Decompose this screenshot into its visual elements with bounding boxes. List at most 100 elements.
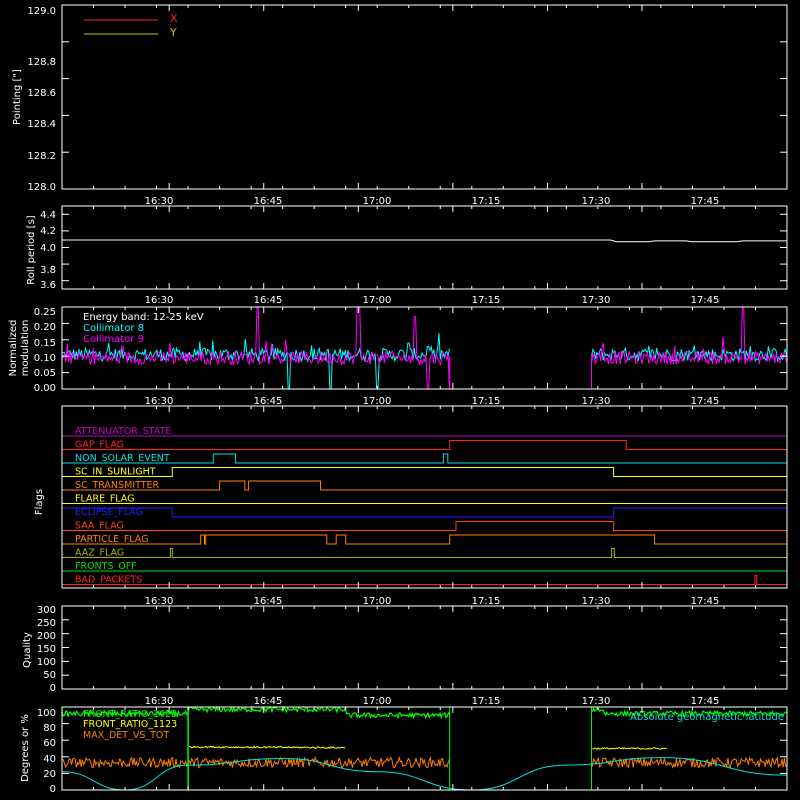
xtick-label: 17:15	[472, 696, 501, 707]
ytick-label: 0.00	[34, 383, 56, 394]
panel-pointing: Pointing ["] 128.0 128.2 128.4 128.6 128…	[12, 6, 719, 207]
xtick-label: 16:45	[254, 295, 283, 306]
xtick-label: 17:15	[472, 396, 501, 407]
flag-line	[62, 548, 787, 558]
ytick-label: 129.0	[27, 6, 56, 17]
pointing-ytick-labels: 128.0 128.2 128.4 128.6 128.8 129.0	[27, 6, 56, 193]
flag-label: NON_SOLAR_EVENT	[75, 453, 170, 464]
ytick-label: 0.10	[34, 353, 56, 364]
flag-label: SAA_FLAG	[75, 521, 124, 532]
flag-label: SC_TRANSMITTER	[75, 480, 160, 491]
xtick-label: 17:45	[691, 596, 720, 607]
ytick-label: 50	[43, 670, 56, 681]
ytick-label: 128.4	[27, 119, 56, 130]
xtick-label: 17:15	[472, 196, 501, 207]
xtick-label: 17:15	[472, 596, 501, 607]
ytick-label: 60	[43, 738, 56, 749]
xtick-label: 17:30	[582, 295, 611, 306]
modulation-annotation: Collimator 9	[83, 334, 144, 345]
figure: Pointing ["] 128.0 128.2 128.4 128.6 128…	[0, 0, 800, 800]
flag-line	[62, 534, 787, 545]
geo-ytick-labels: 0 20 40 60 80 100	[37, 708, 56, 795]
modulation-annotation: Collimator 8	[83, 323, 144, 334]
series-line-front-ratio-1123	[189, 745, 667, 750]
ytick-label: 250	[37, 618, 56, 629]
ytick-label: 4.4	[40, 210, 56, 221]
ytick-label: 300	[37, 605, 56, 616]
ytick-label: 80	[43, 723, 56, 734]
xtick-label: 16:45	[254, 696, 283, 707]
flag-line	[62, 453, 787, 464]
roll-ytick-labels: 3.6 3.8 4.0 4.2 4.4	[40, 210, 56, 291]
flags-xtick-labels: 16:30 16:45 17:00 17:15 17:30 17:45	[145, 596, 720, 607]
flag-label: ECLIPSE_FLAG	[75, 507, 143, 518]
modulation-ylabel-line2: modulation	[20, 320, 31, 377]
xtick-label: 17:45	[691, 396, 720, 407]
ytick-label: 0	[50, 784, 56, 795]
flag-line	[62, 575, 787, 585]
modulation-annotation: Energy band: 12-25 keV	[83, 312, 204, 323]
ytick-label: 200	[37, 631, 56, 642]
xtick-label: 17:45	[691, 696, 720, 707]
xtick-label: 17:30	[582, 696, 611, 707]
ytick-label: 0.05	[34, 368, 56, 379]
ytick-label: 150	[37, 644, 56, 655]
ytick-label: 128.0	[27, 182, 56, 193]
legend-label-y: Y	[169, 26, 177, 39]
ytick-label: 0	[50, 683, 56, 694]
flag-line	[62, 440, 787, 450]
quality-xtick-labels: 16:30 16:45 17:00 17:15 17:30 17:45	[145, 696, 720, 707]
ytick-label: 128.6	[27, 88, 56, 99]
panel-roll: Roll period [s] 3.6 3.8 4.0 4.2 4.4 16:3…	[26, 210, 719, 306]
xtick-label: 16:30	[145, 295, 174, 306]
xtick-label: 17:00	[363, 696, 392, 707]
ytick-label: 0.25	[34, 307, 56, 318]
modulation-ytick-labels: 0.00 0.05 0.10 0.15 0.20 0.25	[34, 307, 56, 394]
panel-geo: Degrees or % 0 20 40 60 80 100	[20, 708, 56, 795]
roll-xtick-labels: 16:30 16:45 17:00 17:15 17:30 17:45	[145, 295, 720, 306]
roll-frame	[61, 205, 788, 290]
ytick-label: 100	[37, 708, 56, 719]
roll-period-line	[62, 239, 787, 243]
roll-ylabel: Roll period [s]	[26, 215, 37, 284]
flag-line	[62, 467, 787, 477]
xtick-label: 17:00	[363, 596, 392, 607]
flag-label: AAZ_FLAG	[75, 548, 124, 559]
flag-label: FRONTS_OFF	[75, 561, 137, 572]
modulation-xtick-labels: 16:30 16:45 17:00 17:15 17:30 17:45	[145, 396, 720, 407]
flag-label: ATTENUATOR_STATE	[75, 426, 171, 437]
flag-label: FLARE_FLAG	[75, 494, 135, 505]
xtick-label: 16:45	[254, 196, 283, 207]
pointing-ylabel: Pointing ["]	[12, 69, 23, 125]
ytick-label: 0.15	[34, 338, 56, 349]
xtick-label: 16:30	[145, 396, 174, 407]
ytick-label: 128.2	[27, 151, 56, 162]
xtick-label: 17:00	[363, 196, 392, 207]
xtick-label: 17:45	[691, 295, 720, 306]
xtick-label: 16:30	[145, 696, 174, 707]
ytick-label: 40	[43, 754, 56, 765]
ytick-label: 0.20	[34, 322, 56, 333]
modulation-ylabel-line1: Normalized	[8, 320, 19, 377]
xtick-label: 17:00	[363, 396, 392, 407]
ytick-label: 20	[43, 769, 56, 780]
flag-line	[62, 480, 787, 491]
xtick-label: 17:00	[363, 295, 392, 306]
flags-ylabel: Flags	[34, 489, 45, 515]
geo-annotation: FRONT_RATIO_1123	[83, 719, 177, 730]
xtick-label: 16:30	[145, 196, 174, 207]
xtick-label: 17:30	[582, 396, 611, 407]
quality-frame	[61, 605, 788, 690]
flag-label: GAP_FLAG	[75, 440, 124, 451]
xtick-label: 17:45	[691, 196, 720, 207]
ytick-label: 4.0	[40, 243, 56, 254]
xtick-label: 16:45	[254, 596, 283, 607]
panel-quality: Quality 0 50 100 150 200 250 300 16:30 1…	[22, 605, 719, 707]
ytick-label: 4.2	[40, 226, 56, 237]
flag-label: PARTICLE_FLAG	[75, 534, 148, 545]
flag-line	[62, 521, 787, 531]
series-line-max-det-vs-tot	[61, 755, 787, 769]
flag-label: BAD_PACKETS	[75, 575, 142, 586]
geo-ylabel: Degrees or %	[20, 714, 31, 782]
ytick-label: 3.8	[40, 265, 56, 276]
